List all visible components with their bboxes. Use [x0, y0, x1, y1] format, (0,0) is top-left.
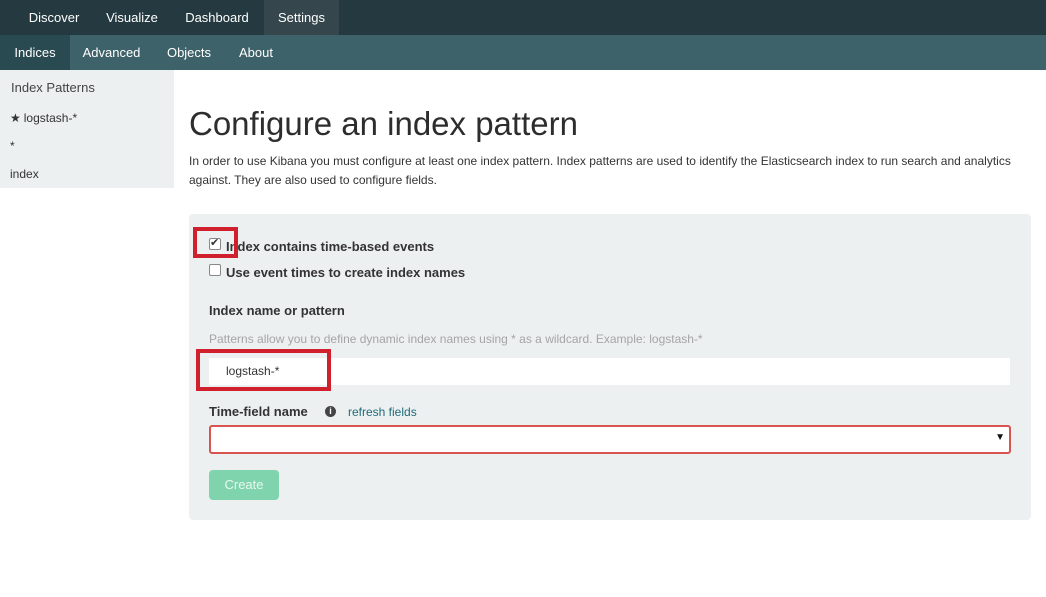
create-button[interactable]: Create	[209, 470, 279, 500]
time-based-label[interactable]: Index contains time-based events	[226, 239, 434, 254]
info-icon: i	[325, 406, 336, 417]
event-times-checkbox[interactable]	[209, 264, 221, 276]
tab-advanced[interactable]: Advanced	[70, 35, 153, 70]
page-title: Configure an index pattern	[189, 105, 578, 142]
sidebar-title: Index Patterns	[11, 80, 95, 95]
refresh-fields-link[interactable]: refresh fields	[348, 405, 417, 419]
nav-settings[interactable]: Settings	[264, 0, 339, 35]
top-navigation: Discover Visualize Dashboard Settings	[0, 0, 1046, 35]
index-name-hint: Patterns allow you to define dynamic ind…	[209, 332, 703, 346]
sidebar-item-logstash[interactable]: ★ logstash-*	[10, 111, 77, 125]
sidebar-item-label: *	[10, 139, 15, 153]
index-patterns-sidebar: Index Patterns ★ logstash-* * index	[0, 70, 174, 188]
sidebar-item-wildcard[interactable]: *	[10, 139, 15, 153]
dropdown-arrow-icon: ▼	[995, 432, 1005, 443]
event-times-label[interactable]: Use event times to create index names	[226, 265, 465, 280]
tab-indices[interactable]: Indices	[0, 35, 70, 70]
time-field-select[interactable]: ▼	[209, 425, 1011, 454]
star-icon: ★	[10, 111, 21, 125]
index-name-label: Index name or pattern	[209, 303, 345, 318]
nav-visualize[interactable]: Visualize	[94, 0, 170, 35]
sidebar-item-label: index	[10, 167, 39, 181]
nav-dashboard[interactable]: Dashboard	[170, 0, 264, 35]
nav-discover[interactable]: Discover	[14, 0, 94, 35]
time-field-label: Time-field name	[209, 404, 308, 419]
settings-subnavigation: Indices Advanced Objects About	[0, 35, 1046, 70]
sidebar-item-label: logstash-*	[23, 111, 78, 125]
page-description: In order to use Kibana you must configur…	[189, 154, 1011, 187]
tab-about[interactable]: About	[225, 35, 287, 70]
input-highlight-box	[196, 349, 331, 391]
sidebar-item-index[interactable]: index	[10, 167, 39, 181]
checkbox-highlight-box	[193, 227, 238, 258]
tab-objects[interactable]: Objects	[153, 35, 225, 70]
